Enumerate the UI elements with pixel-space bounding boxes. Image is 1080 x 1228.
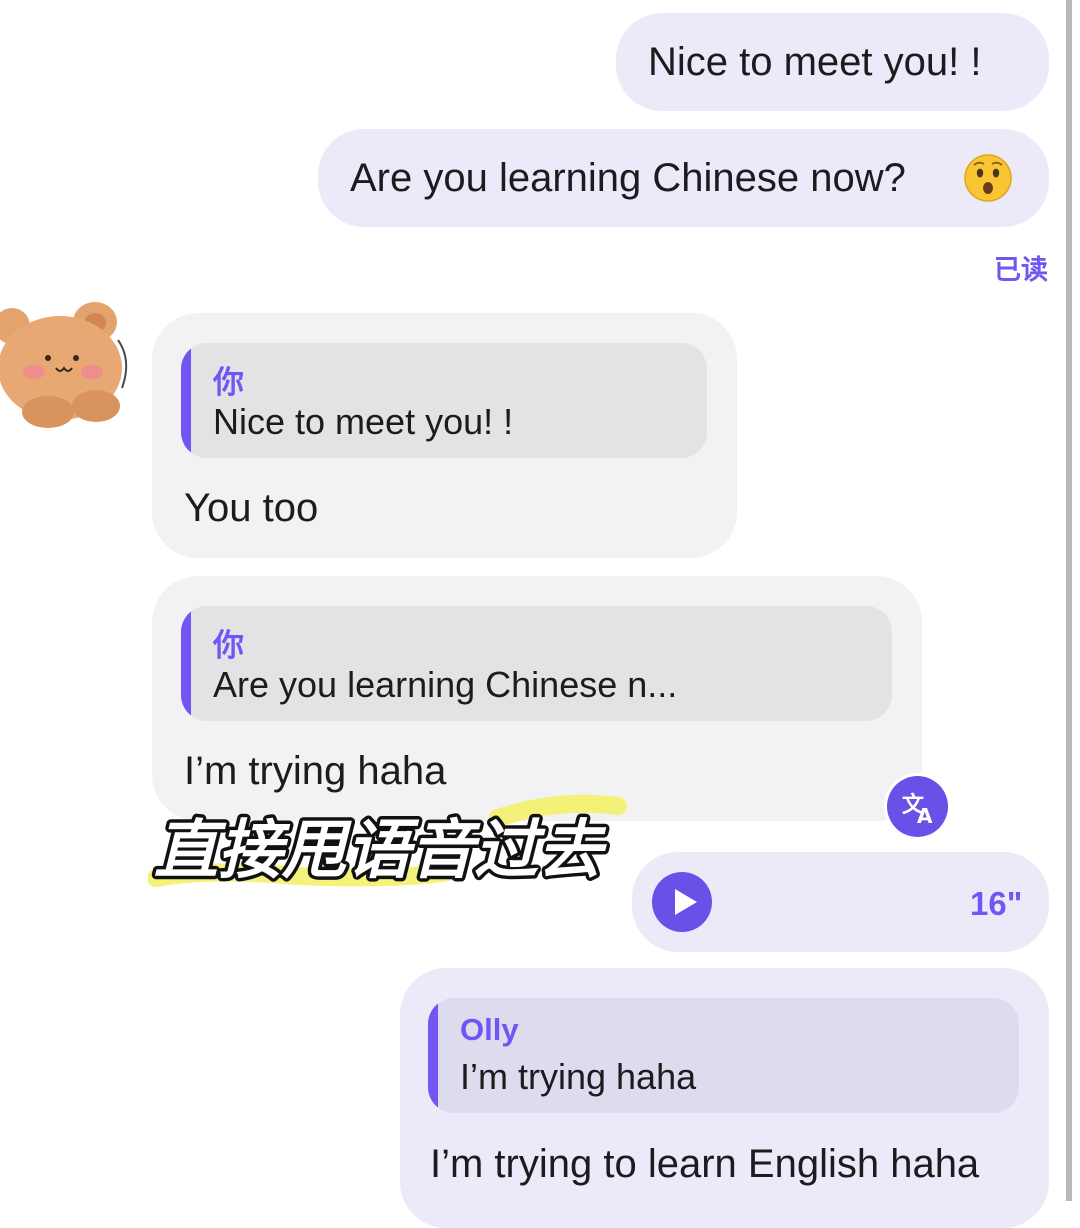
message-text: I’m trying haha [184, 749, 447, 793]
voice-duration: 16" [970, 885, 1023, 922]
quote-text: Are you learning Chinese n... [213, 664, 678, 705]
quoted-message[interactable]: 你 Nice to meet you! ! [181, 343, 707, 458]
incoming-message-bubble[interactable]: 你 Nice to meet you! ! You too [152, 313, 737, 558]
message-text: Are you learning Chinese now? [350, 156, 906, 200]
message-text: Nice to meet you! ! [648, 40, 982, 84]
incoming-message-bubble[interactable]: 你 Are you learning Chinese n... I’m tryi… [152, 576, 922, 821]
quoted-message[interactable]: 你 Are you learning Chinese n... [181, 606, 892, 721]
translate-icon[interactable]: 文 A [887, 776, 948, 837]
quote-accent-bar [181, 343, 191, 458]
svg-text:A: A [917, 804, 933, 828]
outgoing-message-bubble[interactable]: Olly I’m trying haha I’m trying to learn… [400, 968, 1049, 1228]
overlay-caption: 直接甩语音过去 [148, 794, 627, 892]
scrollbar[interactable] [1066, 0, 1072, 1201]
quote-accent-bar [181, 606, 191, 721]
quote-text: I’m trying haha [460, 1056, 697, 1097]
play-icon[interactable] [652, 872, 712, 932]
read-status-label: 已读 [994, 255, 1048, 285]
teddy-bear-avatar[interactable] [0, 288, 132, 433]
quoted-message[interactable]: Olly I’m trying haha [428, 998, 1019, 1113]
outgoing-message-bubble[interactable]: Nice to meet you! ! [616, 13, 1049, 111]
message-text: I’m trying to learn English haha [430, 1142, 980, 1186]
message-text: You too [184, 486, 319, 530]
quote-text: Nice to meet you! ! [213, 401, 514, 442]
quote-accent-bar [428, 998, 438, 1113]
astonished-face-icon [964, 154, 1012, 202]
overlay-caption-text: 直接甩语音过去 [154, 814, 607, 888]
quote-author: 你 [213, 628, 244, 663]
quote-author: 你 [213, 365, 244, 400]
outgoing-message-bubble[interactable]: Are you learning Chinese now? [318, 129, 1049, 227]
quote-author: Olly [460, 1012, 519, 1047]
